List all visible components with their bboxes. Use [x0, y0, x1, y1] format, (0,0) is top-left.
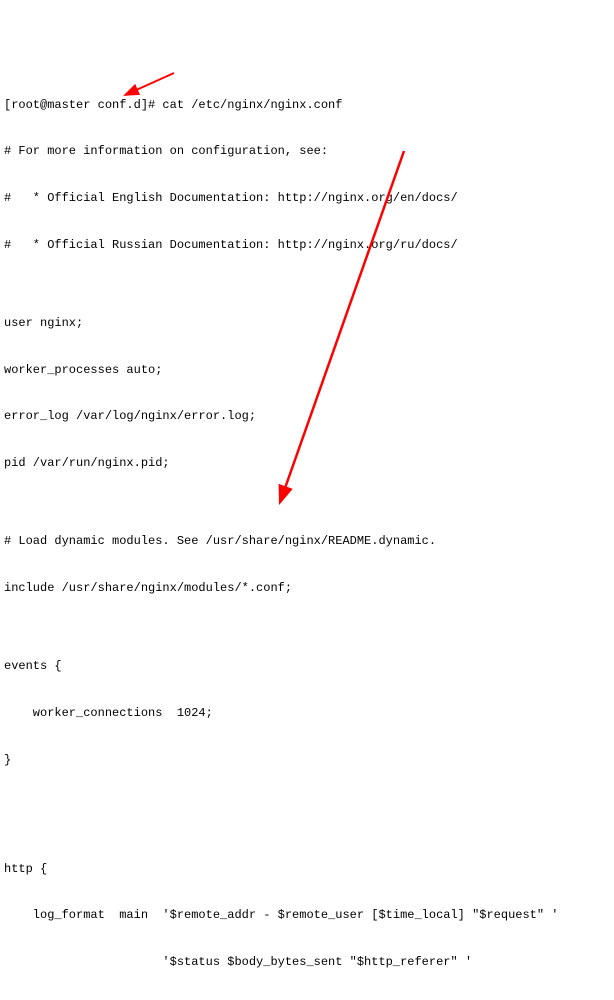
- terminal-line: pid /var/run/nginx.pid;: [4, 456, 610, 472]
- terminal-line: }: [4, 753, 610, 769]
- terminal-line: user nginx;: [4, 316, 610, 332]
- terminal-line: # Load dynamic modules. See /usr/share/n…: [4, 534, 610, 550]
- terminal-output: [root@master conf.d]# cat /etc/nginx/ngi…: [4, 66, 610, 1000]
- terminal-line: events {: [4, 659, 610, 675]
- terminal-line: error_log /var/log/nginx/error.log;: [4, 409, 610, 425]
- terminal-line: [root@master conf.d]# cat /etc/nginx/ngi…: [4, 98, 610, 114]
- terminal-line: # * Official Russian Documentation: http…: [4, 238, 610, 254]
- terminal-line: worker_processes auto;: [4, 363, 610, 379]
- terminal-line: '$status $body_bytes_sent "$http_referer…: [4, 955, 610, 971]
- terminal-line: # For more information on configuration,…: [4, 144, 610, 160]
- terminal-line: include /usr/share/nginx/modules/*.conf;: [4, 581, 610, 597]
- terminal-line: # * Official English Documentation: http…: [4, 191, 610, 207]
- terminal-line: http {: [4, 862, 610, 878]
- terminal-line: worker_connections 1024;: [4, 706, 610, 722]
- terminal-line: log_format main '$remote_addr - $remote_…: [4, 908, 610, 924]
